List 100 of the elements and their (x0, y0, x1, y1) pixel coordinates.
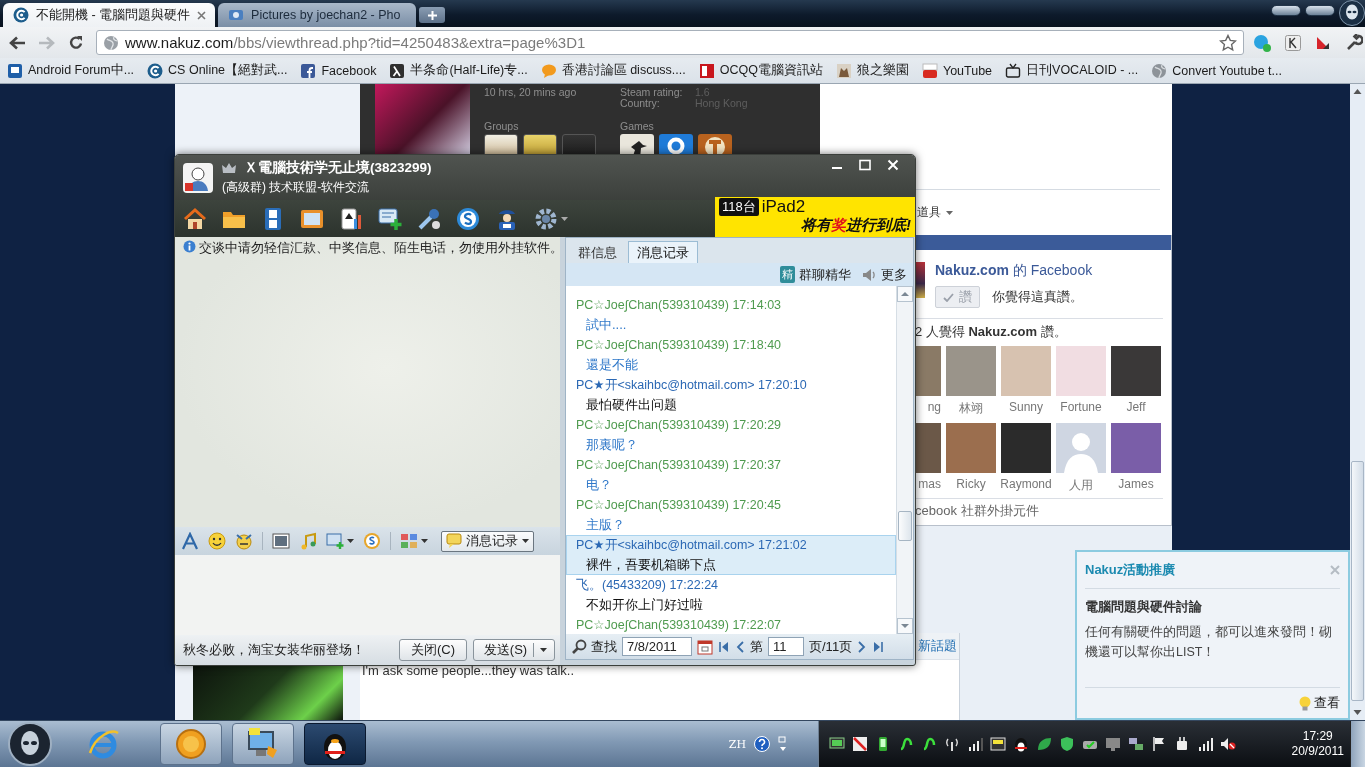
message-item[interactable]: PC☆Joe∫Chan(539310439) 17:20:37 电？ (566, 455, 896, 495)
address-field[interactable]: www.nakuz.com/bbs/viewthread.php?tid=4250483&extra=page%3D1 (96, 30, 1244, 55)
caret-icon[interactable] (522, 539, 529, 543)
page-title-link[interactable]: Nakuz.com 的 Facebook (935, 262, 1093, 280)
message-item[interactable]: PC☆Joe∫Chan(539310439) 17:14:03 試中.... (566, 295, 896, 335)
bookmark-link[interactable]: 日刊VOCALOID - ... (1005, 62, 1139, 79)
star-icon[interactable] (1219, 33, 1237, 52)
panel-tab[interactable]: 群信息 (569, 241, 626, 263)
fan-name[interactable]: Raymond (1000, 477, 1052, 491)
scrollbar-thumb[interactable] (1351, 461, 1364, 701)
bookmark-link[interactable]: 半条命(Half-Life)专... (389, 62, 528, 79)
more-button[interactable]: 更多 (861, 265, 907, 284)
caret-icon[interactable] (347, 539, 354, 543)
bookmark-link[interactable]: Facebook (300, 62, 377, 79)
message-item[interactable]: PC★开<skaihbc@hotmail.com> 17:20:10 最怕硬件出问题 (566, 375, 896, 415)
font-icon[interactable] (181, 532, 199, 550)
fan-name[interactable]: 人用 (1069, 477, 1093, 494)
previous-page-icon[interactable] (735, 640, 745, 653)
essence-button[interactable]: 精 群聊精华 (780, 265, 851, 284)
bookmark-link[interactable]: 狼之樂園 (835, 62, 909, 79)
tools-menu[interactable]: 道具 (917, 204, 953, 221)
maximize-icon[interactable] (859, 159, 871, 171)
send-button[interactable]: 发送(S) (473, 639, 555, 661)
message-item[interactable]: PC☆Joe∫Chan(539310439) 17:20:29 那裏呢？ (566, 415, 896, 455)
clock-time[interactable]: 17:29 (1302, 729, 1333, 744)
bookmark-link[interactable]: Android Forum中... (7, 62, 135, 79)
triangles-icon[interactable] (1315, 34, 1331, 51)
taskbar-app-button[interactable] (304, 723, 366, 765)
default-avatar-icon (1056, 423, 1106, 473)
expand-icon[interactable] (778, 736, 788, 752)
fan-name[interactable]: Ricky (956, 477, 986, 491)
wrench-icon[interactable] (1345, 33, 1363, 52)
taskbar-app-button[interactable] (232, 723, 294, 765)
image-icon[interactable] (272, 532, 290, 550)
message-item[interactable]: PC★开<skaihbc@hotmail.com> 17:21:02 裸件，吾要机箱睇下点 (566, 535, 896, 575)
message-item[interactable]: PC☆Joe∫Chan(539310439) 17:20:45 主版？ (566, 495, 896, 535)
fan-name[interactable]: Fortune (1060, 400, 1102, 414)
first-page-icon[interactable] (718, 640, 730, 653)
fan-name[interactable]: ng (927, 400, 941, 414)
caret-icon[interactable] (421, 539, 428, 543)
history-button[interactable]: 消息记录 (441, 530, 534, 552)
ad-banner[interactable]: 118台 iPad2 将有奖进行到底! (715, 197, 915, 237)
chat-add-icon[interactable] (378, 206, 402, 231)
ad-link[interactable]: 秋冬必败，淘宝女装华丽登场！ (183, 641, 365, 659)
page-scrollbar[interactable] (1350, 84, 1365, 720)
caret-icon[interactable] (540, 648, 548, 652)
fan-name[interactable]: Sunny (1009, 400, 1043, 414)
fan-name[interactable]: James (1118, 477, 1154, 491)
fan-name[interactable]: Jeff (1126, 400, 1146, 414)
message-scrollbar[interactable] (896, 286, 913, 634)
reload-icon[interactable] (68, 34, 84, 51)
bookmark-link[interactable]: Convert Youtube t... (1151, 62, 1282, 79)
photo-placeholder[interactable] (915, 346, 941, 396)
close-button[interactable]: 关闭(C) (399, 639, 467, 661)
bookmark-link[interactable]: OCQQ電腦資訊站 (698, 62, 823, 79)
gear-icon[interactable] (534, 206, 558, 231)
new-tab-button[interactable] (419, 7, 446, 23)
message-item[interactable]: PC☆Joe∫Chan(539310439) 17:18:40 還是不能 (566, 335, 896, 375)
letter-box-icon[interactable] (1285, 34, 1301, 51)
start-orb-icon[interactable] (8, 722, 52, 766)
next-page-icon[interactable] (857, 640, 868, 653)
scroll-down-icon[interactable] (897, 618, 913, 634)
scroll-up-icon[interactable] (897, 286, 913, 302)
music-note-icon[interactable] (299, 532, 317, 550)
cards-icon[interactable] (339, 206, 363, 231)
smiley-icon[interactable] (208, 532, 226, 550)
fan-name[interactable]: 林翊 (959, 400, 983, 417)
minimize-button[interactable] (1271, 5, 1301, 16)
coin-icon[interactable] (456, 206, 480, 231)
new-topic-button[interactable]: 新話題 (914, 633, 959, 659)
bookmark-link[interactable]: YouTube (921, 62, 993, 79)
clock-date[interactable]: 20/9/2011 (1291, 744, 1344, 759)
view-link[interactable]: 查看 (1299, 694, 1340, 712)
message-input[interactable] (175, 555, 560, 635)
last-page-icon[interactable] (872, 640, 885, 653)
microphone-icon[interactable] (417, 206, 441, 231)
home-icon[interactable] (183, 206, 207, 231)
maximize-button[interactable] (1305, 5, 1335, 16)
caret-icon[interactable] (946, 210, 953, 215)
scrollbar-thumb[interactable] (898, 511, 912, 541)
computer-icon[interactable] (246, 728, 280, 760)
caret-icon[interactable] (561, 216, 568, 221)
page-field[interactable]: 11 (768, 637, 804, 656)
date-field[interactable]: 7/8/2011 (622, 637, 692, 656)
panel-tab[interactable]: 消息记录 (628, 241, 698, 263)
grin-face-icon[interactable] (235, 532, 253, 550)
calendar-icon[interactable] (697, 638, 713, 655)
orb-icon[interactable] (1339, 0, 1365, 26)
close-icon[interactable] (197, 10, 207, 20)
help-icon[interactable] (754, 736, 770, 752)
bookmark-link[interactable]: CS Online【絕對武... (147, 62, 288, 79)
message-item[interactable]: PC☆Joe∫Chan(539310439) 17:22:07 (566, 615, 896, 634)
find-button[interactable]: 查找 (571, 637, 617, 656)
back-icon[interactable] (8, 34, 26, 51)
browser-tab[interactable]: 不能開機 - 電腦問題與硬件 (3, 3, 216, 27)
message-item[interactable]: 飞。(45433209) 17:22:24 不如开你上门好过啦 (566, 575, 896, 615)
fan-name[interactable]: mas (918, 477, 941, 491)
browser-tab[interactable]: Pictures by joechan2 - Pho (218, 3, 417, 27)
bookmark-link[interactable]: 香港討論區 discuss.... (540, 62, 686, 79)
show-desktop-button[interactable] (1350, 721, 1365, 767)
